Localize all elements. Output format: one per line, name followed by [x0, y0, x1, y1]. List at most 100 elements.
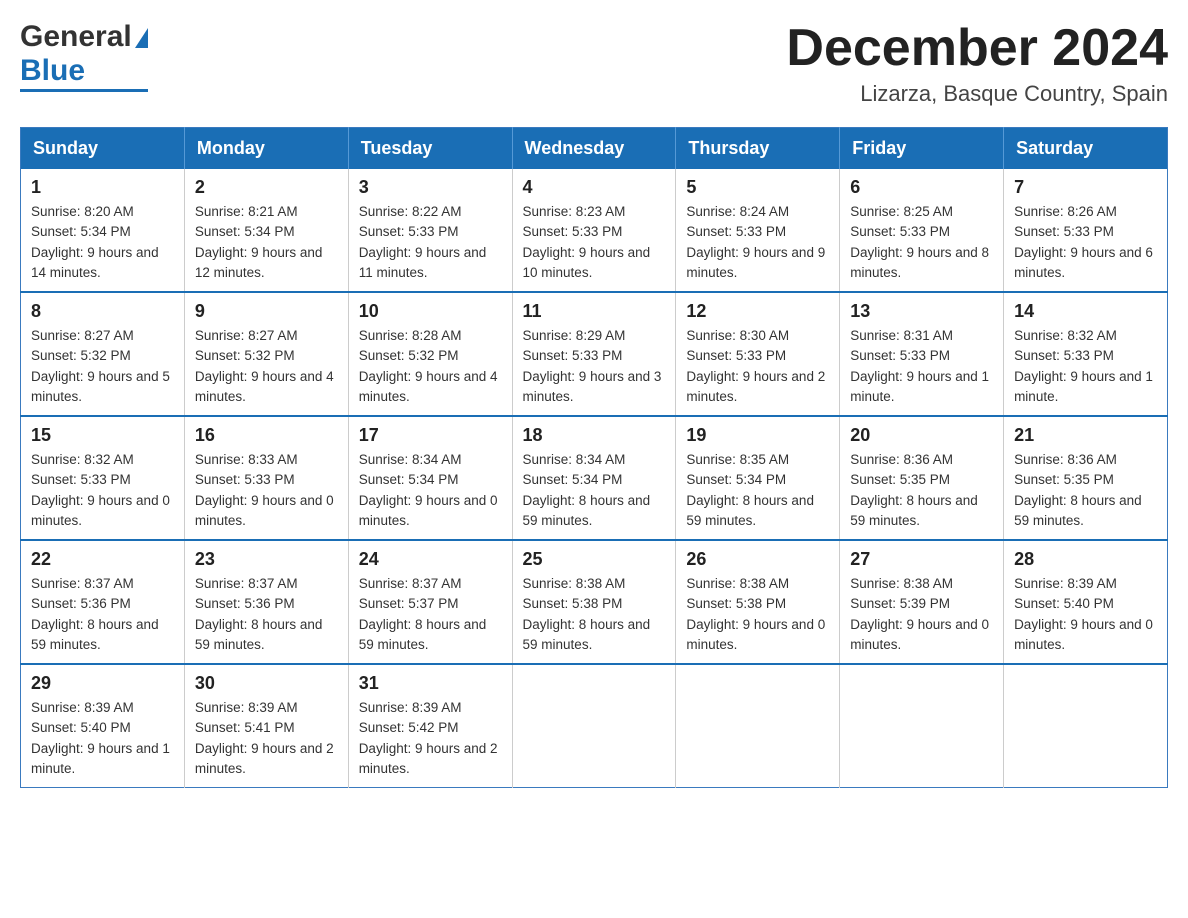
calendar-cell: 12 Sunrise: 8:30 AMSunset: 5:33 PMDaylig…	[676, 292, 840, 416]
day-info: Sunrise: 8:28 AMSunset: 5:32 PMDaylight:…	[359, 328, 498, 404]
calendar-cell: 10 Sunrise: 8:28 AMSunset: 5:32 PMDaylig…	[348, 292, 512, 416]
calendar-cell: 27 Sunrise: 8:38 AMSunset: 5:39 PMDaylig…	[840, 540, 1004, 664]
calendar-cell: 29 Sunrise: 8:39 AMSunset: 5:40 PMDaylig…	[21, 664, 185, 788]
calendar-cell: 7 Sunrise: 8:26 AMSunset: 5:33 PMDayligh…	[1004, 169, 1168, 292]
calendar-cell: 25 Sunrise: 8:38 AMSunset: 5:38 PMDaylig…	[512, 540, 676, 664]
calendar-cell: 14 Sunrise: 8:32 AMSunset: 5:33 PMDaylig…	[1004, 292, 1168, 416]
day-info: Sunrise: 8:29 AMSunset: 5:33 PMDaylight:…	[523, 328, 662, 404]
day-number: 3	[359, 177, 502, 198]
calendar-week-row: 1 Sunrise: 8:20 AMSunset: 5:34 PMDayligh…	[21, 169, 1168, 292]
day-number: 9	[195, 301, 338, 322]
day-number: 4	[523, 177, 666, 198]
day-number: 22	[31, 549, 174, 570]
day-info: Sunrise: 8:26 AMSunset: 5:33 PMDaylight:…	[1014, 204, 1153, 280]
day-number: 14	[1014, 301, 1157, 322]
calendar-cell: 30 Sunrise: 8:39 AMSunset: 5:41 PMDaylig…	[184, 664, 348, 788]
day-info: Sunrise: 8:33 AMSunset: 5:33 PMDaylight:…	[195, 452, 334, 528]
day-number: 15	[31, 425, 174, 446]
day-info: Sunrise: 8:39 AMSunset: 5:41 PMDaylight:…	[195, 700, 334, 776]
main-title: December 2024	[786, 20, 1168, 77]
day-info: Sunrise: 8:34 AMSunset: 5:34 PMDaylight:…	[523, 452, 651, 528]
calendar-week-row: 22 Sunrise: 8:37 AMSunset: 5:36 PMDaylig…	[21, 540, 1168, 664]
calendar-cell: 22 Sunrise: 8:37 AMSunset: 5:36 PMDaylig…	[21, 540, 185, 664]
day-info: Sunrise: 8:38 AMSunset: 5:39 PMDaylight:…	[850, 576, 989, 652]
calendar-day-header: Wednesday	[512, 128, 676, 170]
day-number: 26	[686, 549, 829, 570]
logo-blue-text: Blue	[20, 54, 85, 87]
day-info: Sunrise: 8:34 AMSunset: 5:34 PMDaylight:…	[359, 452, 498, 528]
calendar-cell: 9 Sunrise: 8:27 AMSunset: 5:32 PMDayligh…	[184, 292, 348, 416]
calendar-cell: 1 Sunrise: 8:20 AMSunset: 5:34 PMDayligh…	[21, 169, 185, 292]
calendar-cell: 11 Sunrise: 8:29 AMSunset: 5:33 PMDaylig…	[512, 292, 676, 416]
day-info: Sunrise: 8:25 AMSunset: 5:33 PMDaylight:…	[850, 204, 989, 280]
day-info: Sunrise: 8:39 AMSunset: 5:40 PMDaylight:…	[31, 700, 170, 776]
day-number: 18	[523, 425, 666, 446]
day-number: 6	[850, 177, 993, 198]
day-number: 7	[1014, 177, 1157, 198]
day-info: Sunrise: 8:35 AMSunset: 5:34 PMDaylight:…	[686, 452, 814, 528]
calendar-day-header: Monday	[184, 128, 348, 170]
calendar-cell: 3 Sunrise: 8:22 AMSunset: 5:33 PMDayligh…	[348, 169, 512, 292]
logo-arrow-icon	[135, 28, 148, 48]
day-info: Sunrise: 8:20 AMSunset: 5:34 PMDaylight:…	[31, 204, 159, 280]
day-info: Sunrise: 8:32 AMSunset: 5:33 PMDaylight:…	[1014, 328, 1153, 404]
day-number: 12	[686, 301, 829, 322]
day-number: 8	[31, 301, 174, 322]
day-info: Sunrise: 8:32 AMSunset: 5:33 PMDaylight:…	[31, 452, 170, 528]
day-number: 27	[850, 549, 993, 570]
calendar-cell: 18 Sunrise: 8:34 AMSunset: 5:34 PMDaylig…	[512, 416, 676, 540]
day-info: Sunrise: 8:27 AMSunset: 5:32 PMDaylight:…	[31, 328, 170, 404]
day-number: 16	[195, 425, 338, 446]
day-info: Sunrise: 8:24 AMSunset: 5:33 PMDaylight:…	[686, 204, 825, 280]
day-number: 24	[359, 549, 502, 570]
subtitle: Lizarza, Basque Country, Spain	[786, 81, 1168, 107]
calendar-cell: 31 Sunrise: 8:39 AMSunset: 5:42 PMDaylig…	[348, 664, 512, 788]
day-number: 5	[686, 177, 829, 198]
day-number: 1	[31, 177, 174, 198]
day-info: Sunrise: 8:38 AMSunset: 5:38 PMDaylight:…	[686, 576, 825, 652]
day-number: 23	[195, 549, 338, 570]
day-number: 11	[523, 301, 666, 322]
title-block: December 2024 Lizarza, Basque Country, S…	[786, 20, 1168, 107]
calendar-day-header: Friday	[840, 128, 1004, 170]
day-number: 19	[686, 425, 829, 446]
day-info: Sunrise: 8:36 AMSunset: 5:35 PMDaylight:…	[1014, 452, 1142, 528]
day-info: Sunrise: 8:38 AMSunset: 5:38 PMDaylight:…	[523, 576, 651, 652]
day-number: 29	[31, 673, 174, 694]
calendar-cell	[512, 664, 676, 788]
day-number: 31	[359, 673, 502, 694]
calendar-day-header: Thursday	[676, 128, 840, 170]
day-number: 17	[359, 425, 502, 446]
calendar-cell	[1004, 664, 1168, 788]
calendar-cell: 6 Sunrise: 8:25 AMSunset: 5:33 PMDayligh…	[840, 169, 1004, 292]
calendar-header-row: SundayMondayTuesdayWednesdayThursdayFrid…	[21, 128, 1168, 170]
calendar-cell: 8 Sunrise: 8:27 AMSunset: 5:32 PMDayligh…	[21, 292, 185, 416]
day-info: Sunrise: 8:37 AMSunset: 5:37 PMDaylight:…	[359, 576, 487, 652]
calendar-cell: 21 Sunrise: 8:36 AMSunset: 5:35 PMDaylig…	[1004, 416, 1168, 540]
day-info: Sunrise: 8:39 AMSunset: 5:42 PMDaylight:…	[359, 700, 498, 776]
day-info: Sunrise: 8:37 AMSunset: 5:36 PMDaylight:…	[31, 576, 159, 652]
calendar-cell: 23 Sunrise: 8:37 AMSunset: 5:36 PMDaylig…	[184, 540, 348, 664]
day-info: Sunrise: 8:27 AMSunset: 5:32 PMDaylight:…	[195, 328, 334, 404]
calendar-day-header: Sunday	[21, 128, 185, 170]
calendar-week-row: 15 Sunrise: 8:32 AMSunset: 5:33 PMDaylig…	[21, 416, 1168, 540]
day-info: Sunrise: 8:37 AMSunset: 5:36 PMDaylight:…	[195, 576, 323, 652]
day-info: Sunrise: 8:36 AMSunset: 5:35 PMDaylight:…	[850, 452, 978, 528]
day-number: 21	[1014, 425, 1157, 446]
calendar-cell: 15 Sunrise: 8:32 AMSunset: 5:33 PMDaylig…	[21, 416, 185, 540]
day-number: 2	[195, 177, 338, 198]
calendar-week-row: 8 Sunrise: 8:27 AMSunset: 5:32 PMDayligh…	[21, 292, 1168, 416]
calendar-cell: 26 Sunrise: 8:38 AMSunset: 5:38 PMDaylig…	[676, 540, 840, 664]
calendar-cell: 4 Sunrise: 8:23 AMSunset: 5:33 PMDayligh…	[512, 169, 676, 292]
calendar-cell	[676, 664, 840, 788]
day-info: Sunrise: 8:30 AMSunset: 5:33 PMDaylight:…	[686, 328, 825, 404]
calendar-cell: 20 Sunrise: 8:36 AMSunset: 5:35 PMDaylig…	[840, 416, 1004, 540]
day-number: 13	[850, 301, 993, 322]
calendar-week-row: 29 Sunrise: 8:39 AMSunset: 5:40 PMDaylig…	[21, 664, 1168, 788]
day-number: 20	[850, 425, 993, 446]
day-number: 10	[359, 301, 502, 322]
logo-general-text: General	[20, 20, 132, 54]
calendar-table: SundayMondayTuesdayWednesdayThursdayFrid…	[20, 127, 1168, 788]
calendar-cell: 19 Sunrise: 8:35 AMSunset: 5:34 PMDaylig…	[676, 416, 840, 540]
calendar-day-header: Saturday	[1004, 128, 1168, 170]
